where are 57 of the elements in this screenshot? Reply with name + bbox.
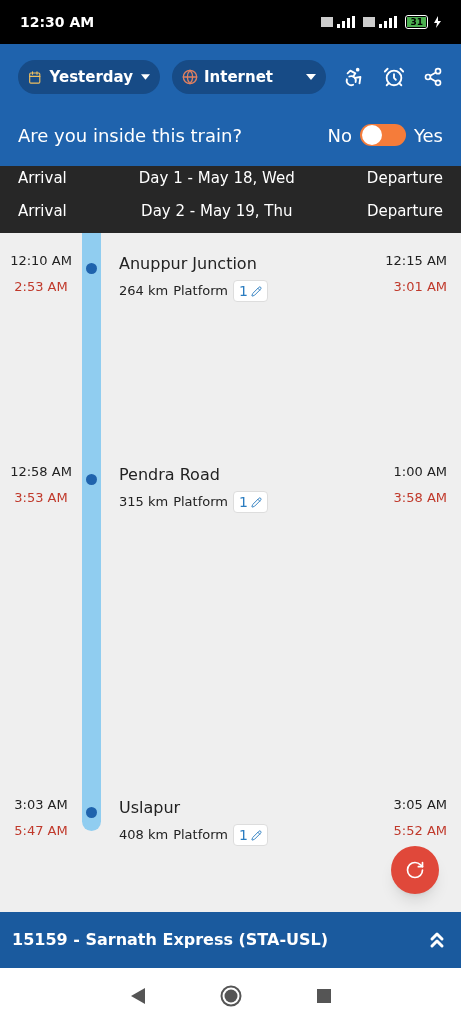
scheduled-arrival-time: 12:58 AM — [10, 463, 72, 481]
scheduled-departure-time: 1:00 AM — [393, 463, 447, 481]
platform-edit-button[interactable]: 1 — [232, 491, 268, 513]
scheduled-departure-time: 12:15 AM — [385, 252, 447, 270]
clock: 12:30 AM — [20, 12, 95, 32]
pencil-icon — [250, 496, 262, 508]
day-label: Day 2 - May 19, Thu — [141, 201, 293, 223]
platform-edit-button[interactable]: 1 — [232, 280, 268, 302]
platform-label: Platform — [173, 826, 228, 845]
actual-departure-time: 3:01 AM — [393, 277, 447, 296]
source-dropdown[interactable]: Internet — [172, 60, 326, 94]
dropdown-caret-icon — [306, 74, 316, 80]
refresh-icon — [405, 860, 425, 880]
pencil-icon — [250, 829, 262, 841]
share-icon[interactable] — [423, 67, 443, 87]
station-name: Pendra Road — [119, 464, 221, 486]
scheduled-departure-time: 3:05 AM — [393, 796, 447, 814]
date-dropdown[interactable]: Yesterday — [18, 60, 160, 94]
yes-label: Yes — [413, 123, 443, 148]
globe-icon — [182, 69, 198, 85]
platform-label: Platform — [173, 282, 228, 301]
distance: 315 km — [119, 493, 169, 512]
actual-arrival-time: 5:47 AM — [14, 821, 68, 840]
station-name: Anuppur Junction — [119, 253, 258, 275]
station-name: Uslapur — [119, 797, 182, 819]
back-icon[interactable] — [130, 988, 145, 1004]
no-label: No — [327, 123, 352, 148]
dropdown-caret-icon — [141, 74, 150, 80]
pencil-icon — [250, 285, 262, 297]
platform-label: Platform — [173, 493, 228, 512]
distance: 264 km — [119, 282, 169, 301]
recents-icon[interactable] — [316, 989, 331, 1003]
inside-train-question: Are you inside this train? — [18, 123, 243, 148]
actual-departure-time: 3:58 AM — [393, 488, 447, 507]
refresh-button[interactable] — [391, 846, 439, 894]
actual-arrival-time: 2:53 AM — [14, 277, 68, 296]
train-bar[interactable]: 15159 - Sarnath Express (STA-USL) — [0, 912, 461, 968]
alarm-clock-icon[interactable] — [383, 66, 405, 88]
inside-train-toggle[interactable] — [359, 124, 406, 146]
departure-heading: Departure — [366, 167, 443, 189]
arrival-heading: Arrival — [18, 167, 67, 189]
train-title: 15159 - Sarnath Express (STA-USL) — [12, 929, 329, 951]
scheduled-arrival-time: 12:10 AM — [10, 252, 72, 270]
battery-indicator: 31 — [405, 15, 428, 29]
actual-departure-time: 5:52 AM — [393, 821, 447, 840]
departure-heading: Departure — [366, 201, 443, 223]
day-label: Day 1 - May 18, Wed — [138, 167, 295, 189]
signal-icon — [321, 16, 358, 28]
platform-edit-button[interactable]: 1 — [232, 824, 268, 846]
signal-icon — [363, 16, 400, 28]
charging-bolt-icon — [434, 16, 441, 28]
home-icon[interactable] — [219, 985, 242, 1007]
scheduled-arrival-time: 3:03 AM — [14, 796, 68, 814]
actual-arrival-time: 3:53 AM — [14, 488, 68, 507]
calendar-icon — [28, 69, 42, 85]
arrival-heading: Arrival — [18, 201, 67, 223]
distance: 408 km — [119, 826, 169, 845]
